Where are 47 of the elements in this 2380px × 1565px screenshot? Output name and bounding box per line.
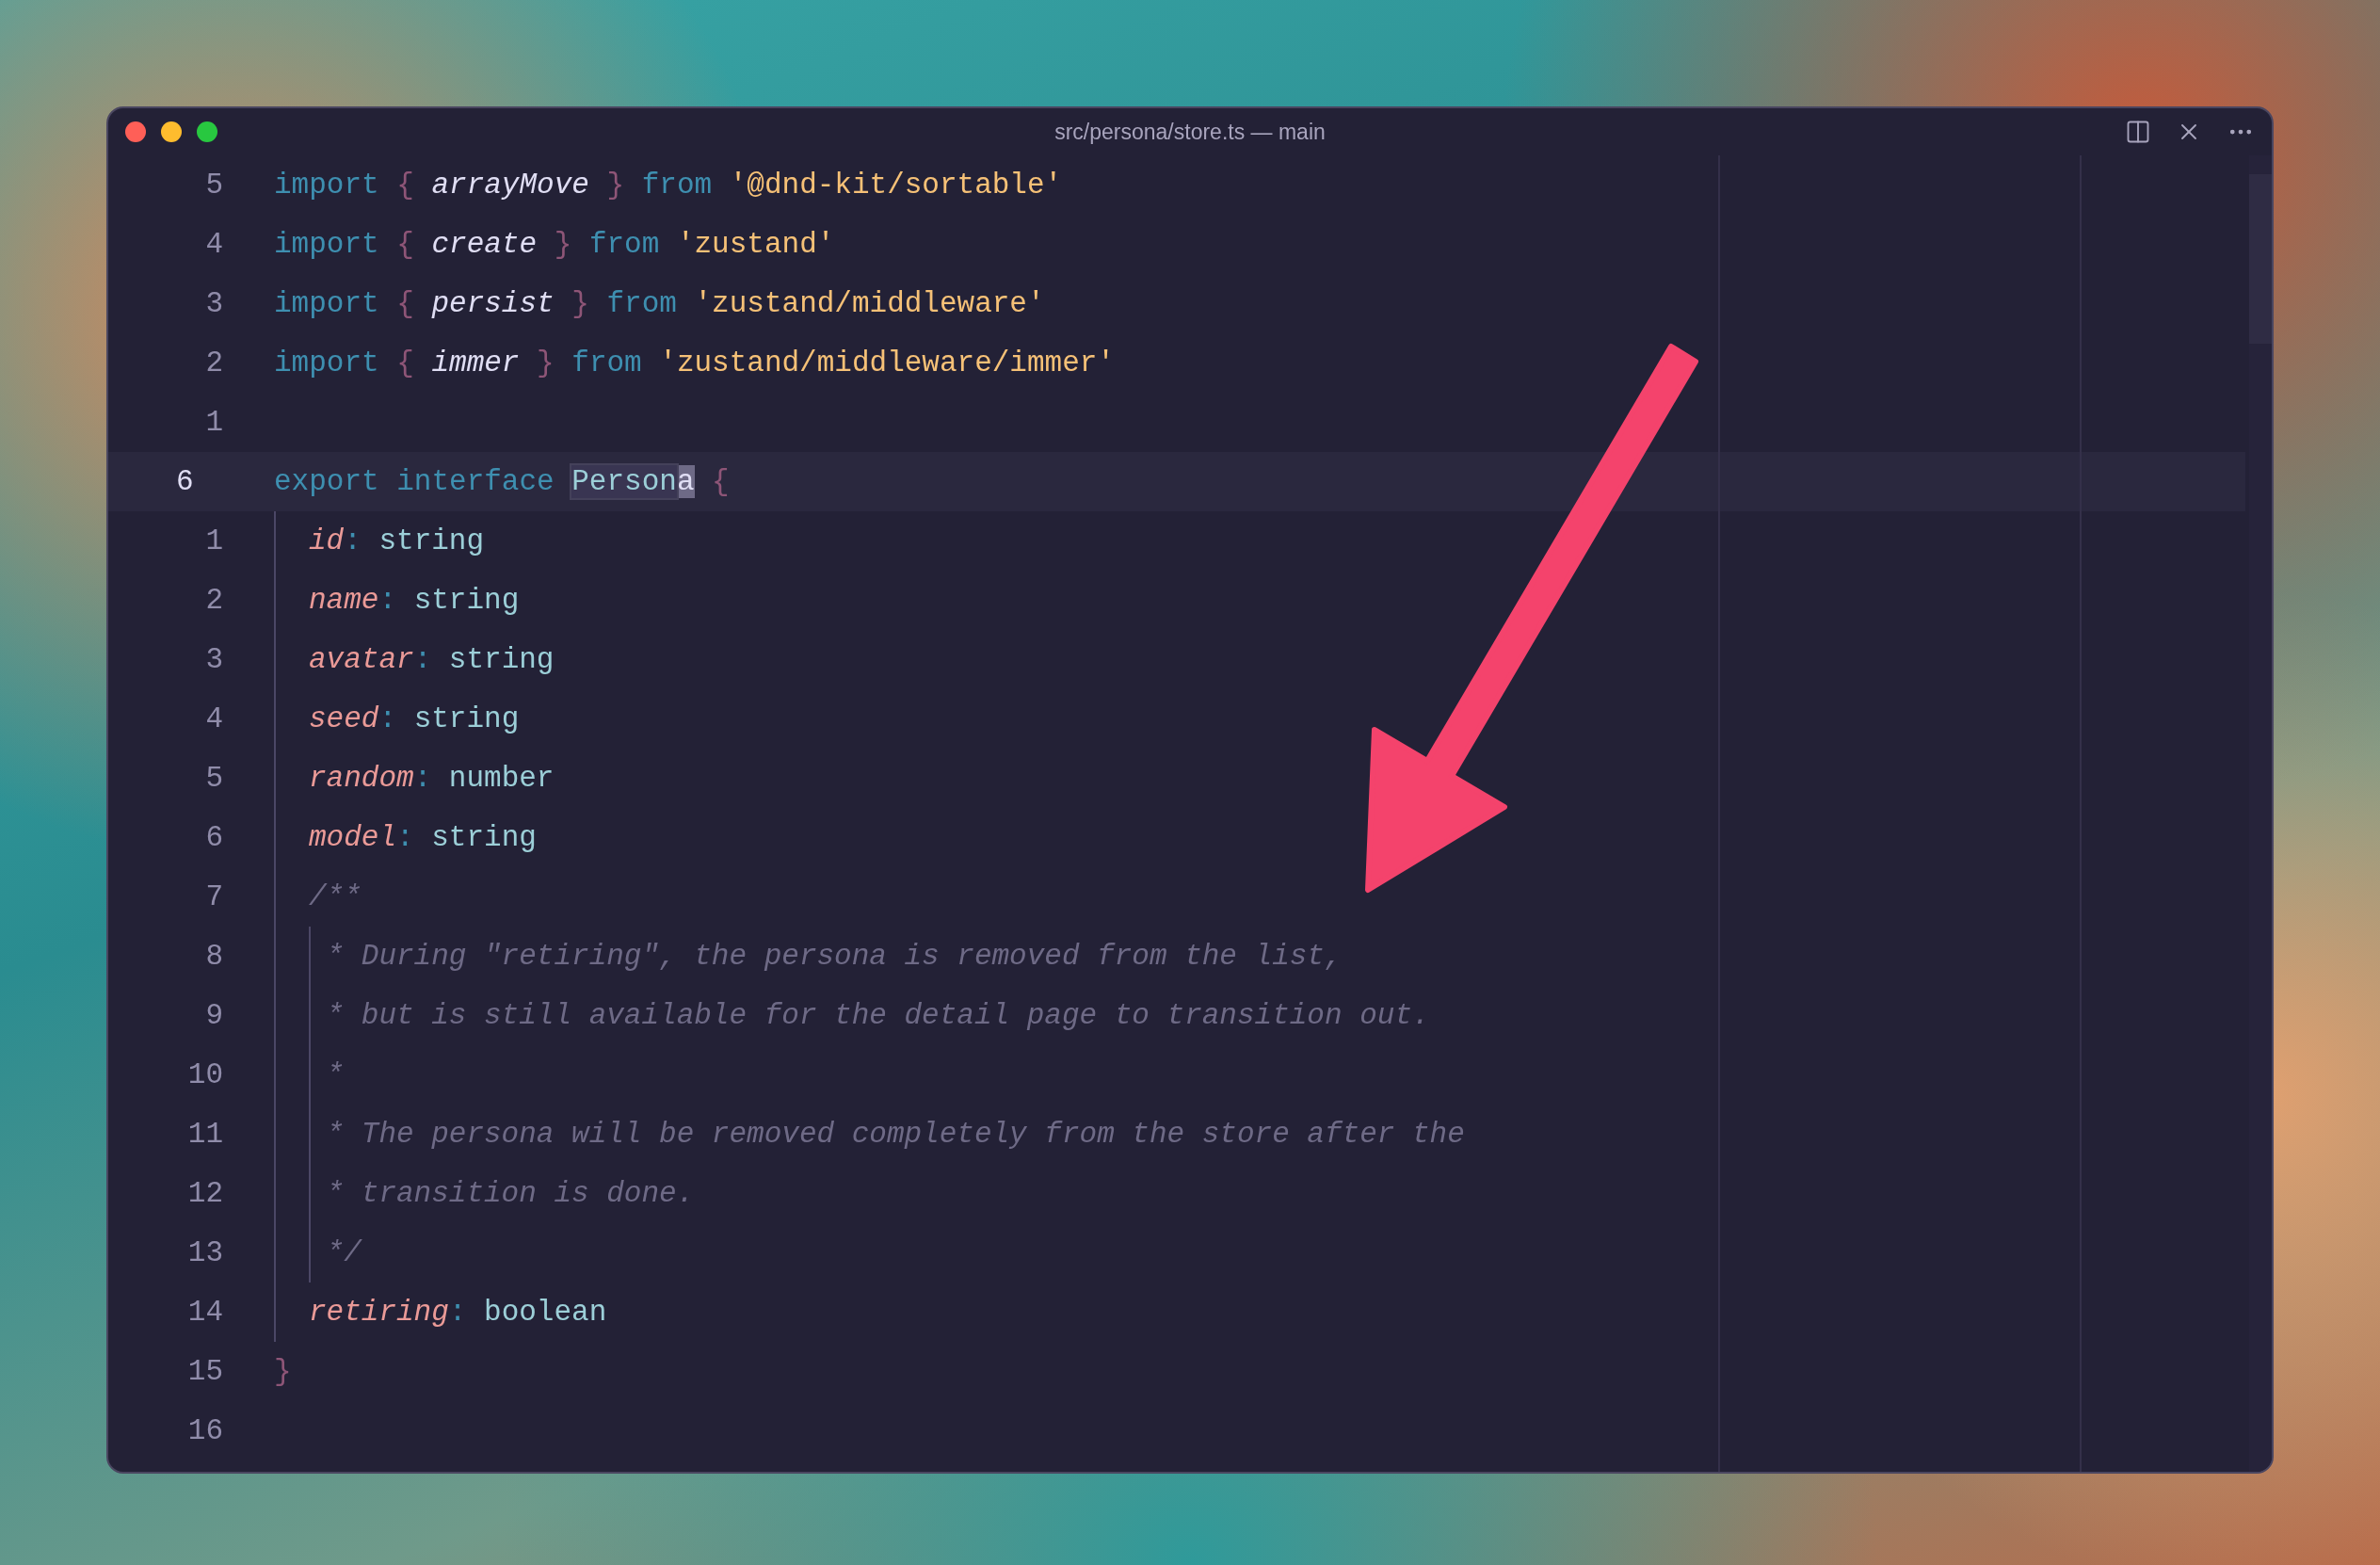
split-editor-icon[interactable]	[2125, 119, 2151, 145]
code-line: seed: string	[309, 702, 520, 735]
close-window-button[interactable]	[125, 121, 146, 142]
minimize-window-button[interactable]	[161, 121, 182, 142]
line-number: 2	[204, 347, 223, 379]
code-line: export interface Persona {	[274, 465, 730, 498]
zoom-window-button[interactable]	[197, 121, 217, 142]
line-number: 13	[186, 1236, 223, 1269]
code-line: name: string	[309, 584, 520, 617]
line-number: 9	[204, 999, 223, 1032]
line-number: 15	[186, 1355, 223, 1388]
line-number: 2	[204, 584, 223, 617]
code-line: * The persona will be removed completely from the store after the	[326, 1118, 1465, 1151]
code-line: retiring: boolean	[309, 1296, 607, 1329]
line-number: 14	[186, 1296, 223, 1329]
code-line: }	[274, 1355, 292, 1388]
code-line: */	[326, 1236, 362, 1269]
line-number: 1	[204, 406, 223, 439]
code-line: import { immer } from 'zustand/middleware/immer'	[274, 347, 1115, 379]
line-number: 3	[204, 643, 223, 676]
code-line: /**	[309, 880, 362, 913]
line-number: 3	[204, 287, 223, 320]
line-number: 11	[186, 1118, 223, 1151]
code-line: random: number	[309, 762, 555, 795]
line-number: 6	[175, 465, 195, 498]
code-line: id: string	[309, 524, 485, 557]
line-number: 4	[204, 228, 223, 261]
line-number: 5	[204, 169, 223, 202]
code-line: avatar: string	[309, 643, 555, 676]
line-number: 1	[204, 524, 223, 557]
line-number: 16	[186, 1414, 223, 1447]
line-number: 8	[204, 940, 223, 973]
code-line: import { persist } from 'zustand/middleware'	[274, 287, 1045, 320]
code-line: *	[326, 1058, 345, 1091]
line-number: 10	[186, 1058, 223, 1091]
line-number: 7	[204, 880, 223, 913]
line-number: 5	[204, 762, 223, 795]
code-line: import { create } from 'zustand'	[274, 228, 835, 261]
code-line: * During "retiring", the persona is removed from the list,	[326, 940, 1343, 973]
code-line: import { arrayMove } from '@dnd-kit/sortable'	[274, 169, 1063, 202]
code-line: * transition is done.	[326, 1177, 695, 1210]
line-number: 4	[204, 702, 223, 735]
code-line: model: string	[309, 821, 537, 854]
code-line: * but is still available for the detail page to transition out.	[326, 999, 1430, 1032]
window-title: src/persona/store.ts — main	[1054, 119, 1326, 145]
line-number: 12	[186, 1177, 223, 1210]
line-number: 6	[204, 821, 223, 854]
